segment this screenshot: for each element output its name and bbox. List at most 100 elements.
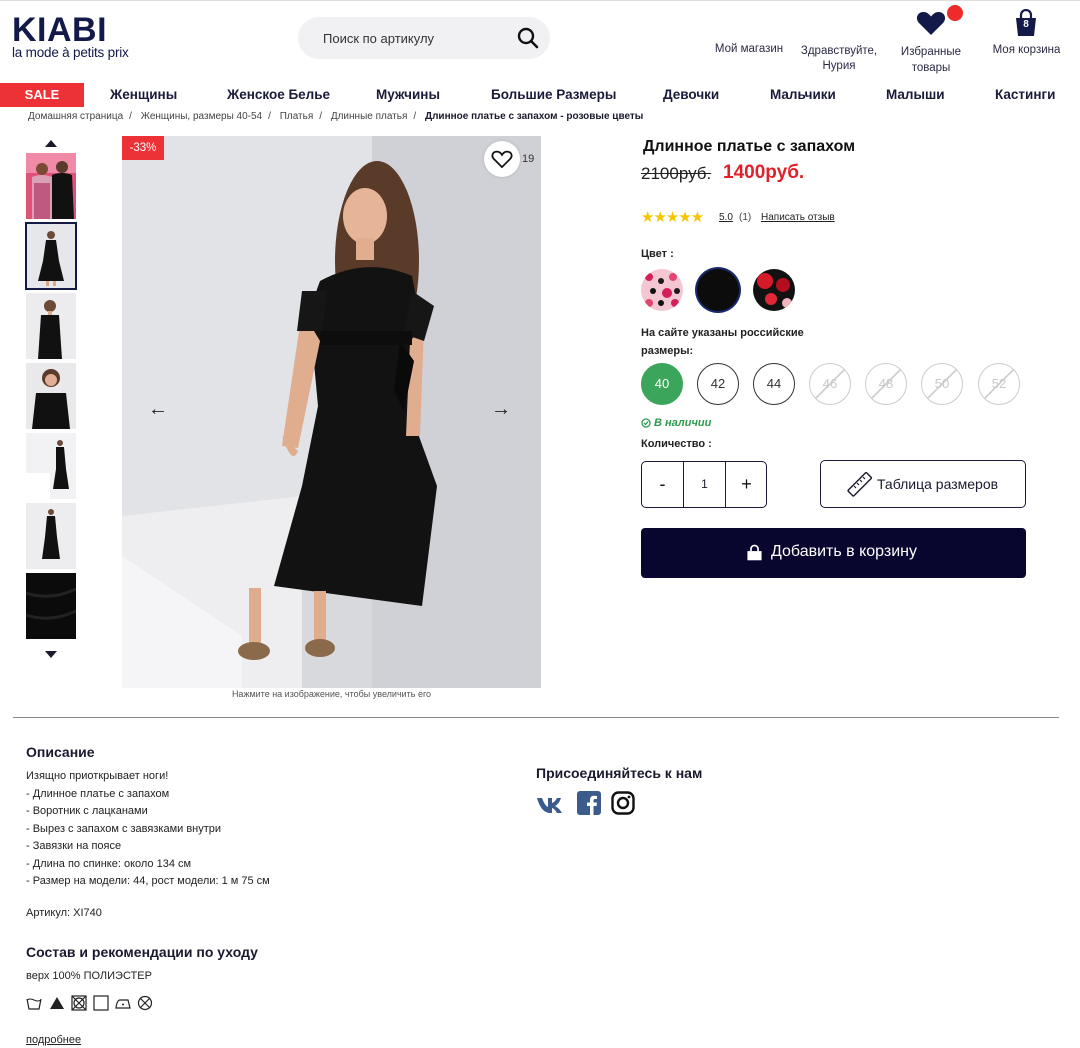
rating-value[interactable]: 5.0 <box>719 212 733 223</box>
my-store-link[interactable]: Мой магазин <box>708 42 790 57</box>
social-title: Присоединяйтесь к нам <box>536 765 703 781</box>
nav-plus-size[interactable]: Большие Размеры <box>491 87 616 102</box>
search-icon[interactable] <box>516 26 540 50</box>
composition: верх 100% ПОЛИЭСТЕР <box>26 970 152 982</box>
qty-decrease-button[interactable]: - <box>642 462 683 507</box>
size-option-42[interactable]: 42 <box>697 363 739 405</box>
description-title: Описание <box>26 744 95 760</box>
breadcrumb-dresses[interactable]: Платья <box>280 111 314 121</box>
nav-girls[interactable]: Девочки <box>663 87 719 102</box>
nav-boys[interactable]: Мальчики <box>770 87 836 102</box>
size-option-46: 46 <box>809 363 851 405</box>
thumbnail-image <box>26 573 76 639</box>
thumbnail-7[interactable] <box>26 573 76 639</box>
nav-men[interactable]: Мужчины <box>376 87 440 102</box>
dry-icon <box>93 995 109 1011</box>
color-swatch-red-floral[interactable] <box>753 269 795 311</box>
rating-stars[interactable]: ★★★★★ <box>641 208 704 226</box>
nav-sale[interactable]: SALE <box>0 83 84 107</box>
more-details-link[interactable]: подробнее <box>26 1034 81 1046</box>
size-option-44[interactable]: 44 <box>753 363 795 405</box>
heart-outline-icon <box>491 150 513 169</box>
description-line: Изящно приоткрывает ноги! <box>26 770 169 782</box>
add-to-favorites-button[interactable] <box>484 141 520 177</box>
size-option-48: 48 <box>865 363 907 405</box>
heart-icon[interactable] <box>916 10 946 36</box>
red-floral-pattern <box>753 269 795 311</box>
floral-pattern <box>641 269 683 311</box>
article-number: Артикул: XI740 <box>26 907 102 919</box>
thumbnail-3[interactable] <box>26 293 76 359</box>
size-option-40[interactable]: 40 <box>641 363 683 405</box>
nav-castings[interactable]: Кастинги <box>995 87 1055 102</box>
facebook-icon[interactable] <box>577 791 601 815</box>
thumbnail-image <box>26 223 76 289</box>
thumbnail-4[interactable] <box>26 363 76 429</box>
breadcrumb-home[interactable]: Домашняя страница <box>28 111 123 121</box>
main-nav: SALE Женщины Женское Белье Мужчины Больш… <box>0 80 1080 110</box>
favorites-link[interactable]: Избранные товары <box>890 44 972 76</box>
description-line: - Воротник с лацканами <box>26 805 148 817</box>
thumbnail-image <box>26 433 76 499</box>
thumbnail-2-selected[interactable] <box>25 222 77 290</box>
nav-babies[interactable]: Малыши <box>886 87 945 102</box>
lock-bag-icon <box>747 544 762 561</box>
section-divider <box>13 717 1059 718</box>
cart-count: 8 <box>1023 19 1029 30</box>
instagram-icon[interactable] <box>611 791 635 815</box>
stock-status: В наличии <box>654 417 712 429</box>
nav-lingerie[interactable]: Женское Белье <box>227 87 330 102</box>
thumbnails-down-arrow[interactable] <box>45 651 57 658</box>
thumbnail-6[interactable] <box>26 503 76 569</box>
size-chart-label: Таблица размеров <box>877 476 999 492</box>
thumbnail-5[interactable] <box>26 433 76 499</box>
sale-price: 1400руб. <box>723 162 805 183</box>
vk-icon[interactable] <box>536 796 567 814</box>
sizes-label: На сайте указаны российские размеры: <box>641 327 804 357</box>
search-bar[interactable]: Поиск по артикулу <box>298 17 550 59</box>
cart-link[interactable]: Моя корзина <box>984 43 1069 58</box>
write-review-link[interactable]: Написать отзыв <box>761 212 835 223</box>
thumbnail-image <box>26 153 76 219</box>
prev-image-arrow[interactable]: ← <box>148 398 168 421</box>
breadcrumb-separator: / <box>319 111 323 121</box>
qty-input[interactable]: 1 <box>683 462 726 507</box>
favorites-label-2: товары <box>911 62 951 74</box>
breadcrumb-current: Длинное платье с запахом - розовые цветы <box>424 111 644 121</box>
nav-women[interactable]: Женщины <box>110 87 177 102</box>
color-swatch-black-selected[interactable] <box>697 269 739 311</box>
kiabi-logo[interactable]: KIABI la mode à petits prix <box>12 11 142 60</box>
breadcrumb-separator: / <box>268 111 271 121</box>
search-input[interactable]: Поиск по артикулу <box>323 31 434 46</box>
product-photo <box>122 136 541 688</box>
qty-increase-button[interactable]: + <box>726 462 767 507</box>
ruler-icon <box>847 472 872 497</box>
quantity-stepper: - 1 + <box>641 461 767 508</box>
add-to-cart-button[interactable]: Добавить в корзину <box>641 528 1026 578</box>
breadcrumb-long-dresses[interactable]: Длинные платья <box>331 111 408 121</box>
logo-tagline: la mode à petits prix <box>12 45 129 60</box>
discount-badge: -33% <box>122 136 164 160</box>
account-link[interactable]: Здравствуйте, Нурия <box>795 44 883 74</box>
thumbnail-1[interactable] <box>26 153 76 219</box>
thumbnails-up-arrow[interactable] <box>45 140 57 147</box>
iron-icon <box>115 999 131 1009</box>
description-line: - Длинное платье с запахом <box>26 788 170 800</box>
check-circle-icon <box>641 418 651 428</box>
no-tumble-dry-icon <box>71 995 87 1011</box>
logo-word: KIABI <box>12 11 108 49</box>
wash-30-icon <box>26 998 42 1010</box>
size-chart-button[interactable]: Таблица размеров <box>820 460 1026 508</box>
color-swatch-pink-floral[interactable] <box>641 269 683 311</box>
breadcrumb-women[interactable]: Женщины, размеры 40-54 <box>141 111 262 121</box>
add-to-cart-label: Добавить в корзину <box>771 543 918 560</box>
thumbnail-image <box>26 363 76 429</box>
user-name: Нурия <box>822 60 856 72</box>
description-line: - Завязки на поясе <box>26 840 122 852</box>
breadcrumb-separator: / <box>129 111 132 121</box>
description-line: - Размер на модели: 44, рост модели: 1 м… <box>26 875 270 887</box>
size-option-50: 50 <box>921 363 963 405</box>
next-image-arrow[interactable]: → <box>491 398 511 421</box>
main-product-image[interactable] <box>122 136 541 688</box>
description-line: - Длина по спинке: около 134 см <box>26 858 192 870</box>
